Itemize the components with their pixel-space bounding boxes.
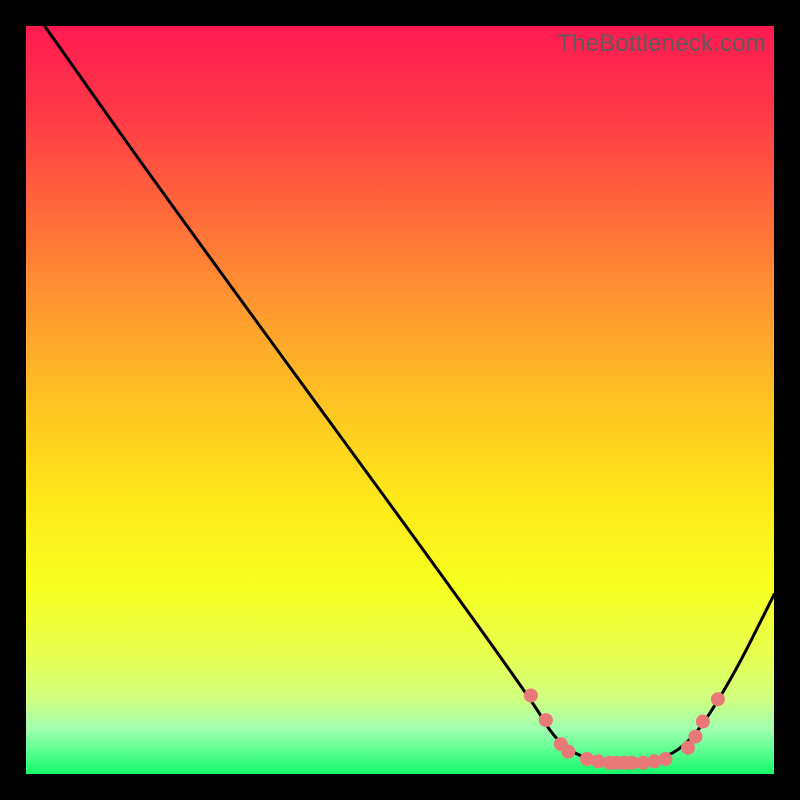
data-marker: [711, 692, 725, 706]
data-marker: [696, 715, 710, 729]
chart-svg: [26, 26, 774, 774]
bottleneck-curve: [45, 26, 774, 763]
plot-area: TheBottleneck.com: [26, 26, 774, 774]
marker-group: [524, 689, 725, 770]
data-marker: [524, 689, 538, 703]
data-marker: [689, 730, 703, 744]
chart-container: TheBottleneck.com: [0, 0, 800, 800]
data-marker: [659, 752, 673, 766]
data-marker: [539, 713, 553, 727]
data-marker: [561, 745, 575, 759]
